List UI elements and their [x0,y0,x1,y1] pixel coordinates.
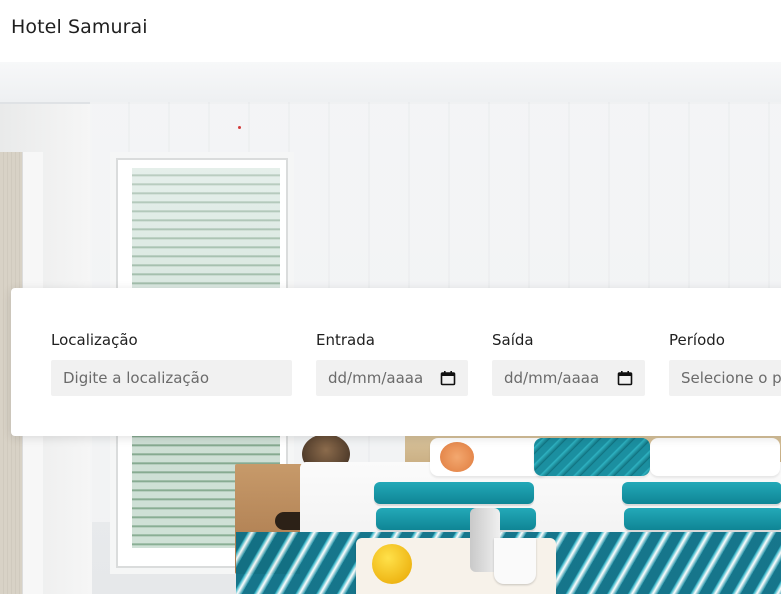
hero-flower [440,442,474,472]
hero-pillow-teal [534,438,650,476]
hero-ceiling [0,62,781,104]
period-placeholder: Selecione o pe [681,369,781,387]
location-placeholder: Digite a localização [63,369,210,387]
period-label: Período [669,331,725,349]
checkout-date-input[interactable]: dd/mm/aaaa [492,360,645,396]
hero-towel [624,508,781,530]
hero-smoke-detector-light [238,126,241,129]
location-label: Localização [51,331,138,349]
hero-cup [494,538,536,584]
calendar-icon[interactable] [440,370,456,386]
calendar-icon[interactable] [617,370,633,386]
hero-towel [622,482,781,504]
hero-towel [376,508,536,530]
checkout-label: Saída [492,331,534,349]
checkin-date-input[interactable]: dd/mm/aaaa [316,360,468,396]
checkout-date-value: dd/mm/aaaa [504,369,600,387]
hero-pillow [650,438,780,476]
booking-search-form: Localização Digite a localização Entrada… [11,288,781,436]
brand-title[interactable]: Hotel Samurai [11,16,148,38]
location-input[interactable]: Digite a localização [51,360,292,396]
period-select[interactable]: Selecione o pe [669,360,781,396]
hero-towel [374,482,534,504]
top-bar: Hotel Samurai [0,0,781,62]
checkin-date-value: dd/mm/aaaa [328,369,424,387]
hero-fruit [372,544,412,584]
checkin-label: Entrada [316,331,375,349]
